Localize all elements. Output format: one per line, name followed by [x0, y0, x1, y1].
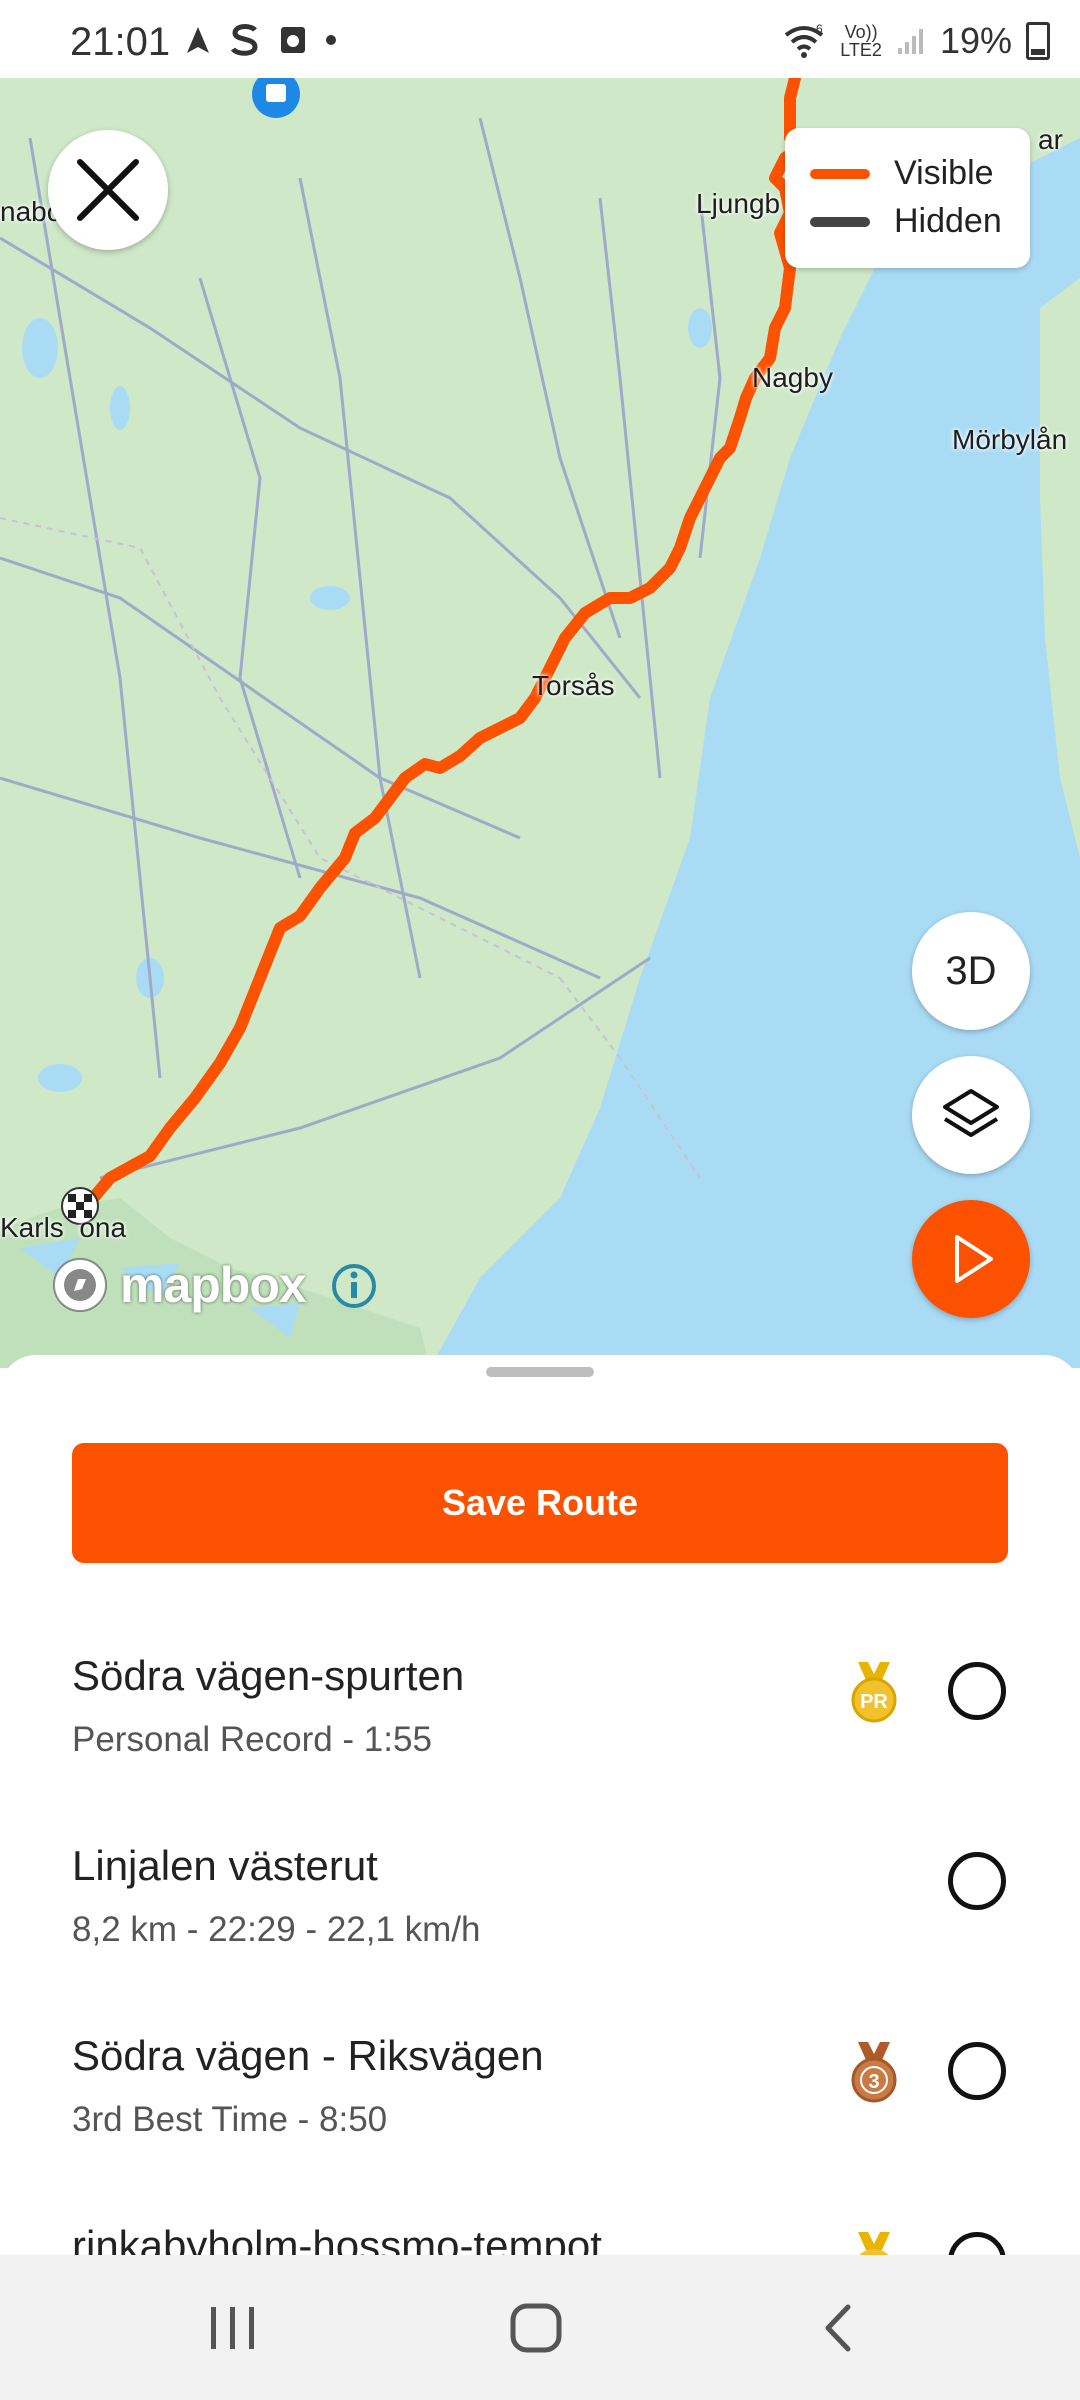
city-label-ljungbyholm: Ljungb	[696, 188, 781, 219]
navigation-arrow-icon	[187, 27, 209, 53]
status-notification-icons	[185, 22, 337, 58]
legend-hidden: Hidden	[810, 202, 1002, 241]
system-navigation-bar	[0, 2255, 1080, 2400]
back-icon[interactable]	[818, 2301, 858, 2355]
segment-name: rinkabyholm-hossmo-tempot	[72, 2222, 602, 2255]
segment-row[interactable]: rinkabyholm-hossmo-tempot	[0, 2222, 1080, 2255]
legend-swatch-hidden	[810, 216, 870, 227]
segment-select-radio[interactable]	[948, 2232, 1006, 2255]
mapbox-wordmark: mapbox	[120, 1257, 307, 1313]
status-bar: 21:01 6 Vo)) LTE2 19%	[0, 0, 1080, 78]
segment-row[interactable]: Södra vägen-spurten Personal Record - 1:…	[0, 1652, 1080, 1842]
map-canvas	[0, 78, 1080, 1368]
mapbox-logo-icon	[53, 1258, 107, 1312]
segment-meta: Personal Record - 1:55	[72, 1720, 432, 1759]
segment-meta: 8,2 km - 22:29 - 22,1 km/h	[72, 1910, 481, 1949]
close-icon	[77, 159, 139, 221]
network-type: Vo)) LTE2	[840, 23, 882, 59]
bronze-medal-icon: 3	[851, 2042, 897, 2103]
bottom-sheet: Save Route Södra vägen-spurten Personal …	[0, 1355, 1080, 2255]
segment-name: Södra vägen - Riksvägen	[72, 2032, 544, 2079]
lte-label: LTE2	[840, 40, 882, 60]
pr-medal-label: PR	[860, 1691, 888, 1713]
info-icon[interactable]	[330, 1262, 378, 1310]
legend-visible-label: Visible	[894, 154, 994, 192]
sea-area	[430, 78, 1080, 1368]
roads	[0, 117, 722, 1180]
segment-row[interactable]: Linjalen västerut 8,2 km - 22:29 - 22,1 …	[0, 1842, 1080, 2032]
gold-medal-icon	[858, 2232, 890, 2255]
home-icon[interactable]	[508, 2301, 564, 2355]
segment-select-radio[interactable]	[948, 1662, 1006, 1720]
segment-row[interactable]: Södra vägen - Riksvägen 3rd Best Time - …	[0, 2032, 1080, 2222]
city-label-nagby: Nagby	[752, 362, 833, 393]
status-system-icons: 6 Vo)) LTE2 19%	[782, 20, 1050, 62]
strava-s-icon	[230, 24, 258, 56]
city-label-karlskrona: Karls ona	[0, 1212, 127, 1243]
segment-select-radio[interactable]	[948, 2042, 1006, 2100]
legend-swatch-visible	[810, 168, 870, 179]
segment-name: Södra vägen-spurten	[72, 1652, 465, 1699]
map-layers-button[interactable]	[912, 1056, 1030, 1174]
map-pin-icon	[252, 78, 300, 118]
route-legend: Visible Hidden	[785, 128, 1030, 268]
battery-icon	[1026, 22, 1050, 60]
play-icon	[955, 1235, 993, 1283]
map-view[interactable]: nabo Ljungb Nagby Mörbylån Torsås Karls …	[0, 78, 1080, 1368]
signal-icon	[897, 29, 923, 54]
segment-name: Linjalen västerut	[72, 1842, 378, 1889]
recent-apps-icon[interactable]	[205, 2303, 261, 2353]
legend-visible: Visible	[810, 154, 994, 193]
dot-icon	[326, 35, 336, 45]
city-label-kalmar: ar	[1038, 124, 1063, 155]
layers-icon	[943, 1089, 999, 1137]
save-route-button[interactable]: Save Route	[72, 1443, 1008, 1563]
segment-select-radio[interactable]	[948, 1852, 1006, 1910]
city-label-morbylanga: Mörbylån	[952, 424, 1068, 455]
city-label-torsas: Torsås	[532, 670, 615, 701]
battery-percent: 19%	[939, 20, 1012, 61]
three-d-button[interactable]: 3D	[912, 912, 1030, 1030]
bronze-medal-label: 3	[868, 2071, 879, 2093]
pr-medal-icon: PR	[851, 1662, 897, 1723]
camera-app-icon	[281, 27, 305, 53]
segment-meta: 3rd Best Time - 8:50	[72, 2100, 388, 2139]
mapbox-attribution[interactable]: mapbox	[50, 1255, 307, 1315]
legend-hidden-label: Hidden	[894, 202, 1002, 240]
three-d-label: 3D	[945, 948, 997, 993]
sheet-drag-handle[interactable]	[486, 1367, 594, 1377]
status-time: 21:01	[70, 20, 171, 64]
flyover-play-button[interactable]	[912, 1200, 1030, 1318]
close-button[interactable]	[48, 130, 168, 250]
wifi-icon: 6	[785, 23, 824, 58]
wifi-badge: 6	[816, 23, 823, 36]
volte-label: Vo))	[844, 22, 878, 42]
